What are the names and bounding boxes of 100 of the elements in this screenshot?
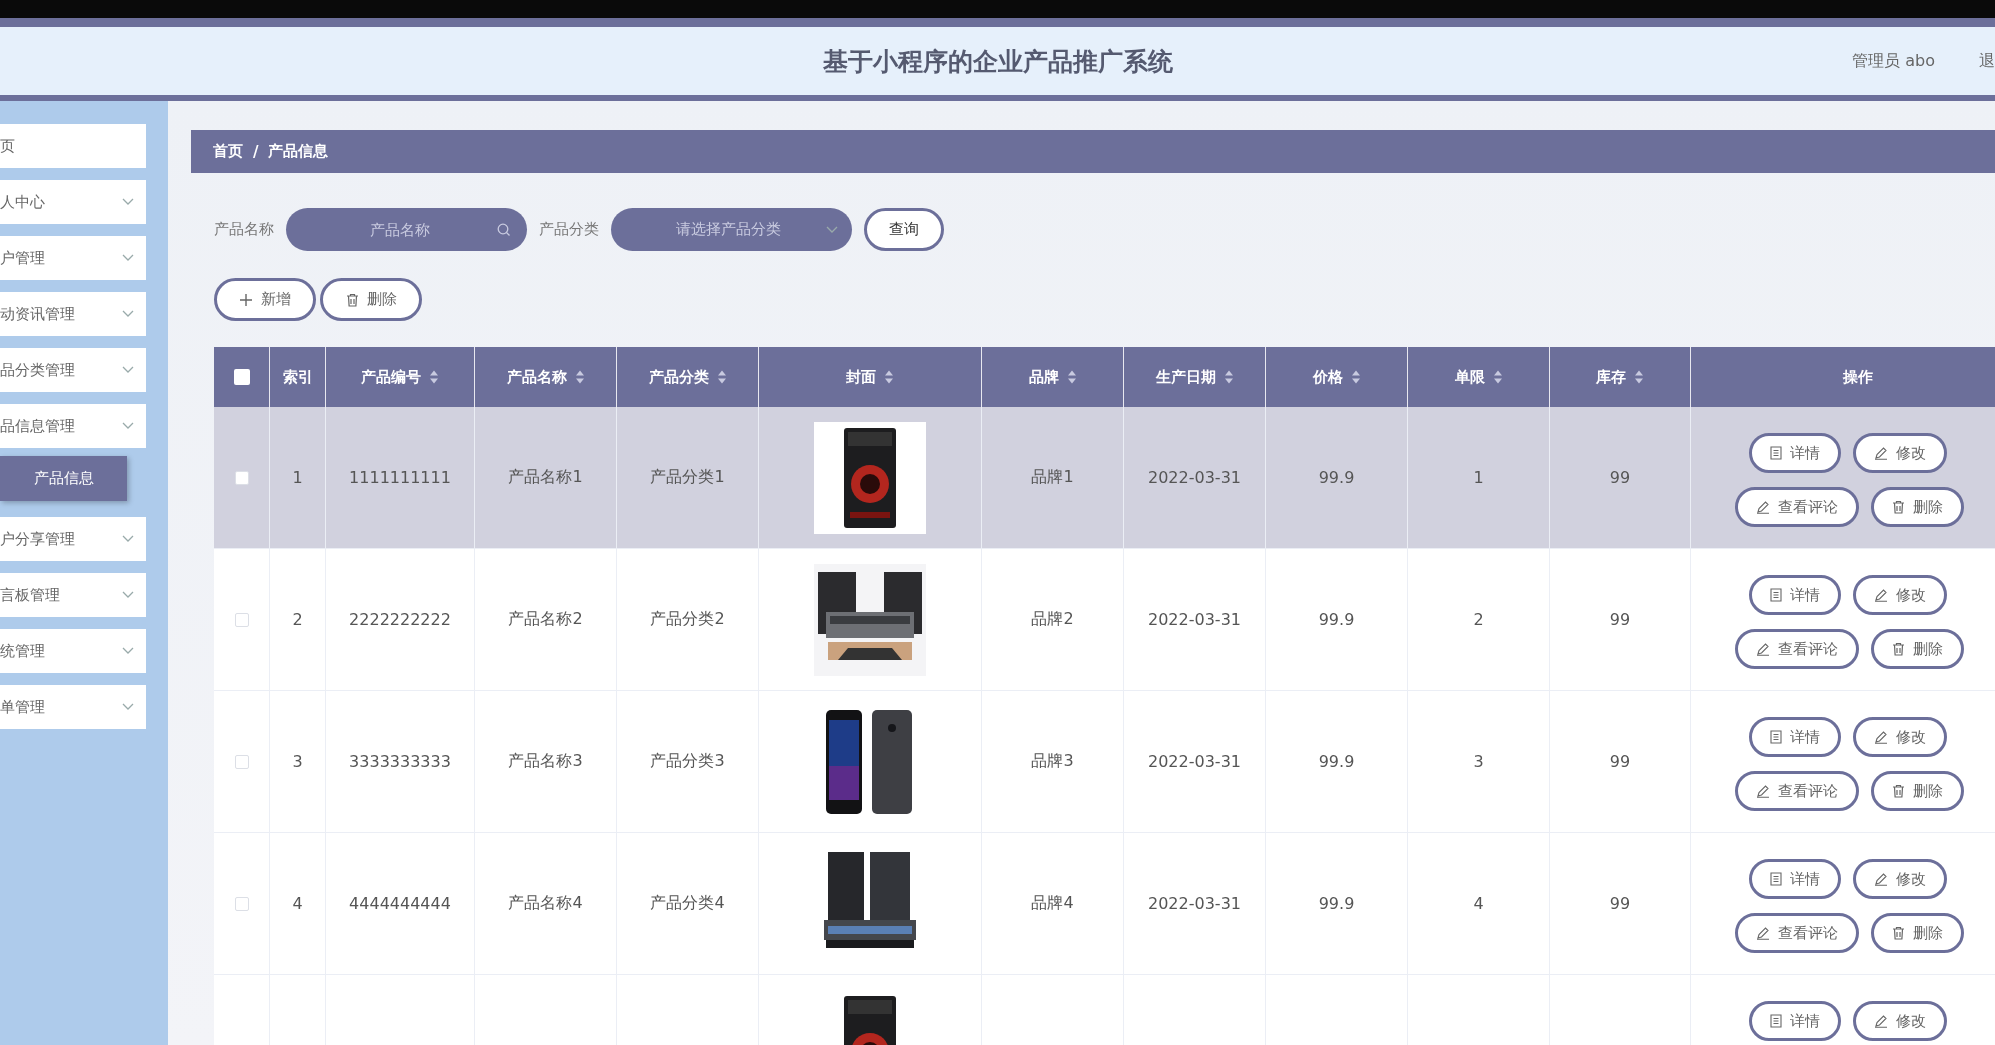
sidebar-item[interactable]: 人中心 (0, 180, 146, 224)
detail-button[interactable]: 详情 (1749, 575, 1841, 615)
sidebar-item[interactable]: 动资讯管理 (0, 292, 146, 336)
table-cell: 99.9 (1266, 691, 1408, 833)
table-cell: 品牌4 (982, 833, 1124, 975)
sidebar-item[interactable]: 品分类管理 (0, 348, 146, 392)
detail-button[interactable]: 详情 (1749, 859, 1841, 899)
user-label: 管理员 abo (1852, 50, 1935, 72)
edit-button[interactable]: 修改 (1853, 1001, 1947, 1041)
detail-button[interactable]: 详情 (1749, 717, 1841, 757)
table-cell: 2 (1408, 549, 1550, 691)
trash-icon (1892, 784, 1905, 798)
sidebar-item[interactable]: 户管理 (0, 236, 146, 280)
column-header[interactable]: 品牌 (982, 347, 1124, 407)
comment-button[interactable]: 查看评论 (1735, 487, 1859, 527)
comment-button[interactable]: 查看评论 (1735, 913, 1859, 953)
chevron-down-icon (122, 647, 134, 655)
table-cell: 99 (1550, 549, 1691, 691)
table-cell: 3333333333 (326, 691, 475, 833)
table-cell: 产品名称2 (475, 549, 617, 691)
sort-icon (429, 369, 439, 385)
table-cell: 4 (270, 833, 326, 975)
sidebar-item[interactable]: 品信息管理 (0, 404, 146, 448)
edit-button[interactable]: 修改 (1853, 575, 1947, 615)
chevron-down-icon (122, 422, 134, 430)
search-icon (497, 222, 511, 237)
table-cell: 产品分类3 (617, 691, 759, 833)
table-cell: 4444444444 (326, 833, 475, 975)
column-header[interactable]: 产品编号 (326, 347, 475, 407)
field-label: 产品名称 (214, 220, 274, 239)
row-checkbox[interactable] (234, 896, 249, 911)
search-field[interactable]: 产品名称 (286, 208, 527, 251)
table-cell: 1 (1408, 407, 1550, 549)
column-header[interactable]: 价格 (1266, 347, 1408, 407)
column-header[interactable]: 单限 (1408, 347, 1550, 407)
sort-icon (884, 369, 894, 385)
sidebar-item[interactable]: 言板管理 (0, 573, 146, 617)
table-cell: 1111111111 (326, 407, 475, 549)
row-checkbox[interactable] (234, 470, 249, 485)
column-header: 索引 (270, 347, 326, 407)
pencil-icon (1756, 642, 1770, 656)
select-all-checkbox[interactable] (233, 369, 250, 385)
sort-icon (1223, 369, 1234, 385)
sort-icon (1350, 369, 1361, 385)
document-icon (1770, 730, 1782, 744)
row-checkbox[interactable] (234, 612, 249, 627)
row-checkbox[interactable] (234, 754, 249, 769)
sort-icon (716, 369, 727, 385)
table-cell: 产品分类1 (617, 407, 759, 549)
sidebar-subitem[interactable]: 产品信息 (0, 456, 127, 501)
delete-button[interactable]: 删除 (1871, 771, 1964, 811)
table-cell: 2022-03-31 (1124, 691, 1266, 833)
trash-icon (345, 292, 359, 307)
document-icon (1770, 588, 1782, 602)
chevron-down-icon (122, 703, 134, 711)
pencil-icon (1756, 926, 1770, 940)
breadcrumb-item[interactable]: 首页 (213, 142, 243, 161)
delete-button[interactable]: 删除 (1871, 913, 1964, 953)
edit-button[interactable]: 修改 (1853, 433, 1947, 473)
comment-button[interactable]: 查看评论 (1735, 629, 1859, 669)
detail-button[interactable]: 详情 (1749, 433, 1841, 473)
edit-button[interactable]: 修改 (1853, 717, 1947, 757)
query-button[interactable]: 查询 (864, 208, 944, 251)
table-cell: 2022-03-31 (1124, 549, 1266, 691)
table-cell: 2 (270, 549, 326, 691)
table-cell: 产品分类2 (617, 549, 759, 691)
table-cell: 产品分类4 (617, 833, 759, 975)
column-header[interactable]: 库存 (1550, 347, 1691, 407)
delete-button[interactable]: 删除 (1871, 629, 1964, 669)
column-header[interactable]: 产品分类 (617, 347, 759, 407)
table-cell: 2222222222 (326, 549, 475, 691)
trash-icon (1892, 642, 1905, 656)
trash-icon (1892, 926, 1905, 940)
chevron-down-icon (122, 535, 134, 543)
detail-button[interactable]: 详情 (1749, 1001, 1841, 1041)
table-cell: 99.9 (1266, 549, 1408, 691)
comment-button[interactable]: 查看评论 (1735, 771, 1859, 811)
column-header[interactable]: 生产日期 (1124, 347, 1266, 407)
sidebar-item[interactable]: 统管理 (0, 629, 146, 673)
table-cell: 99 (1550, 833, 1691, 975)
sidebar-item[interactable]: 单管理 (0, 685, 146, 729)
table-cell: 99.9 (1266, 833, 1408, 975)
edit-button[interactable]: 修改 (1853, 859, 1947, 899)
sidebar-item[interactable]: 页 (0, 124, 146, 168)
column-header[interactable]: 封面 (759, 347, 982, 407)
chevron-down-icon (122, 310, 134, 318)
pencil-icon (1756, 500, 1770, 514)
table-cell: 99.9 (1266, 407, 1408, 549)
delete-button[interactable]: 删除 (1871, 487, 1964, 527)
document-icon (1770, 1014, 1782, 1028)
breadcrumb-item[interactable]: 产品信息 (268, 142, 329, 161)
table-cell: 3 (1408, 691, 1550, 833)
column-header[interactable]: 产品名称 (475, 347, 617, 407)
chevron-down-icon (122, 591, 134, 599)
table-cell: 2022-03-31 (1124, 407, 1266, 549)
delete-button[interactable]: 删除 (320, 278, 422, 321)
add-button[interactable]: 新增 (214, 278, 316, 321)
sidebar-item[interactable]: 户分享管理 (0, 517, 146, 561)
logout-link[interactable]: 退 (1979, 50, 1995, 72)
sort-icon (1066, 369, 1077, 385)
